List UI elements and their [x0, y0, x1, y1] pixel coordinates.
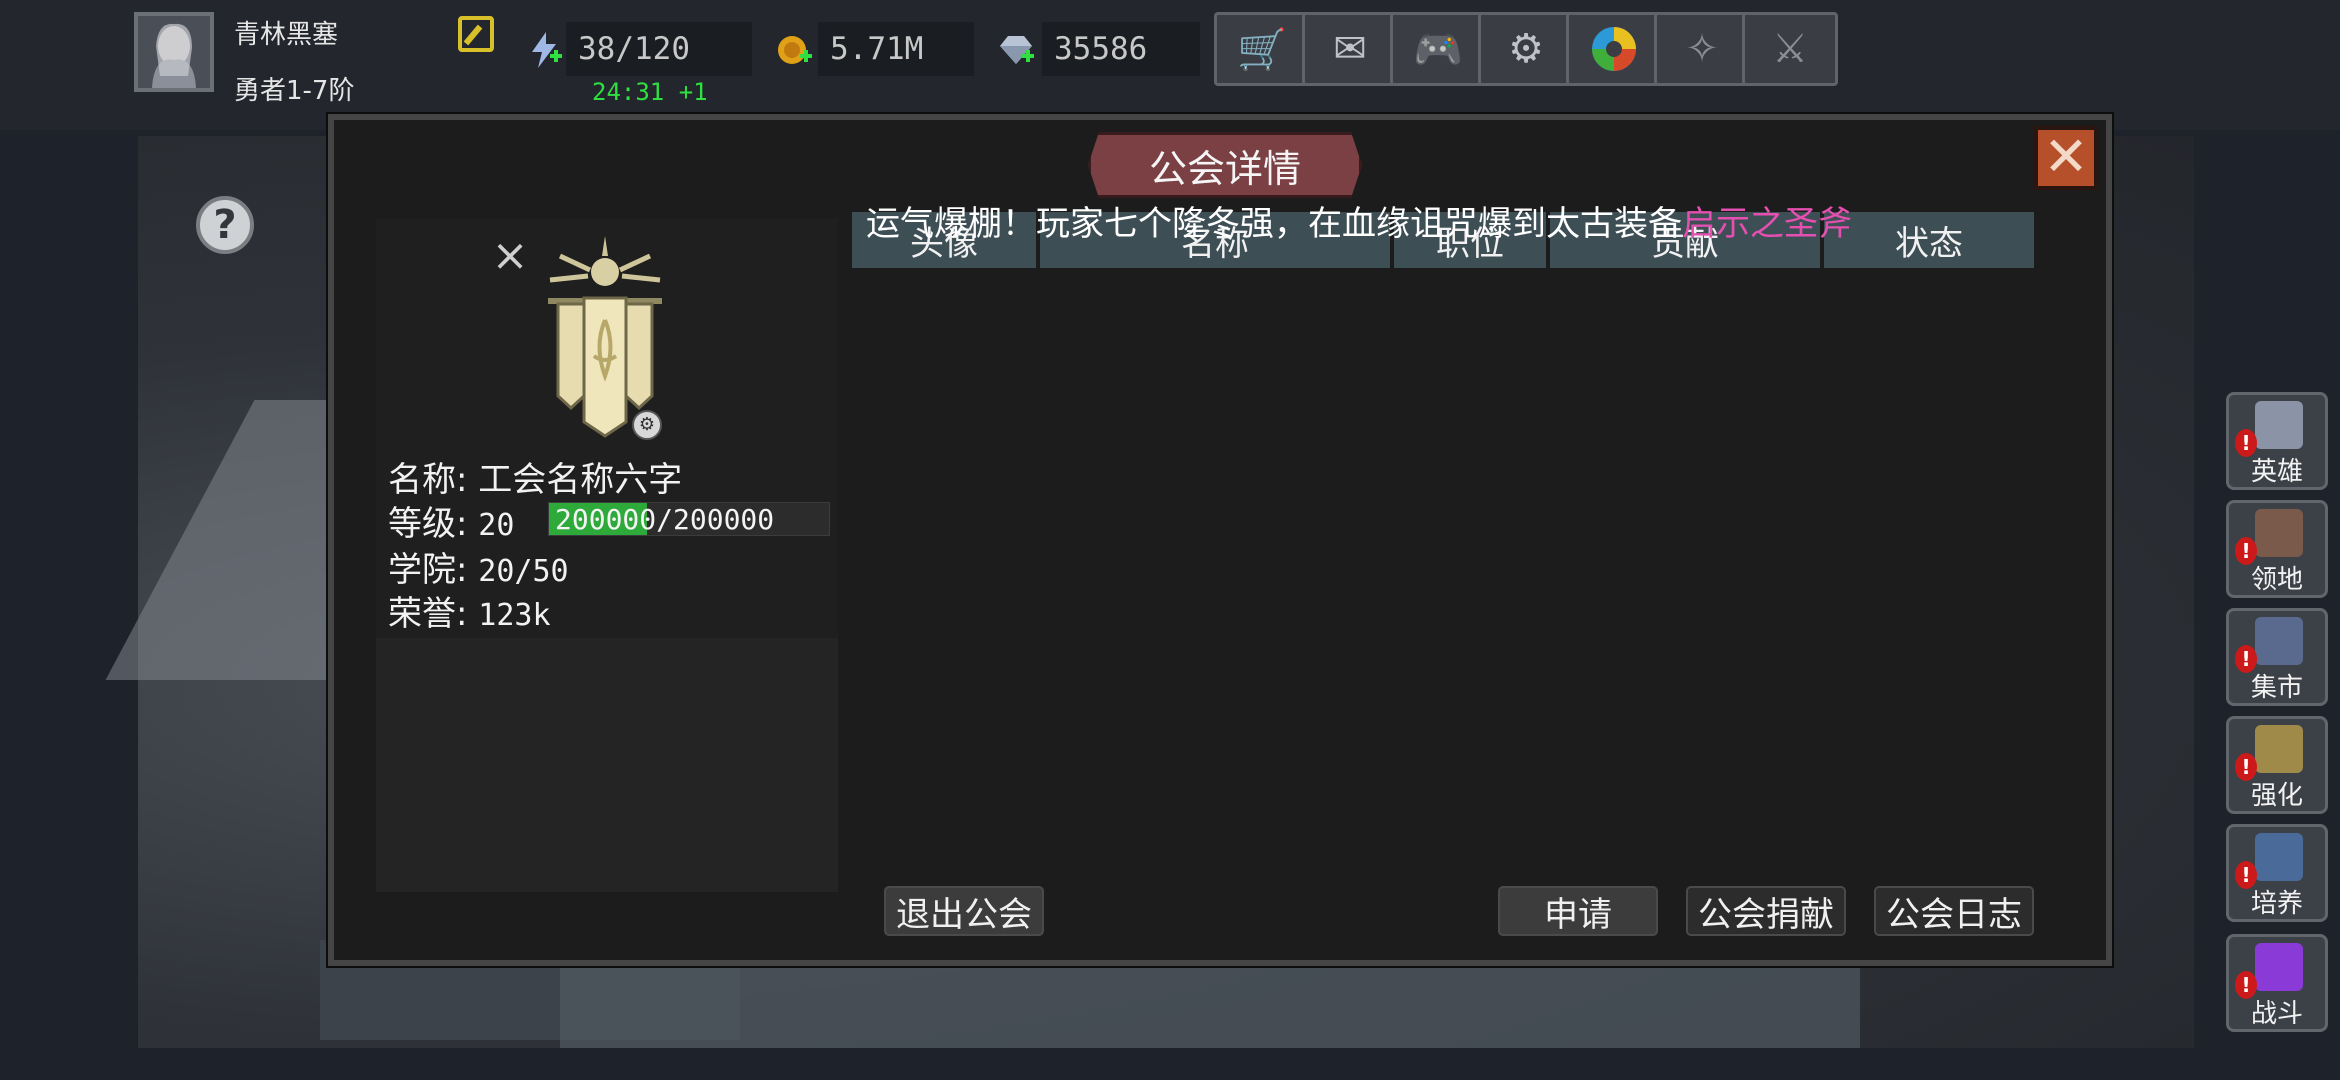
close-x-icon[interactable]: ×: [490, 234, 530, 278]
gold-icon: [774, 30, 814, 70]
castle-icon: [2255, 509, 2303, 557]
marquee-text: 运气爆棚！玩家七个隆冬强，在血缘诅咒爆到太古装备: [866, 204, 1682, 244]
gold-value: 5.71M: [818, 22, 974, 76]
guild-name-row: 名称: 工会名称六字: [388, 452, 682, 501]
shop-icon: [2255, 617, 2303, 665]
side-menu-label: 领地: [2250, 565, 2303, 595]
mail-button[interactable]: ✉: [1302, 12, 1398, 86]
side-menu-item[interactable]: ! 领地: [2226, 500, 2328, 598]
guild-honor-row: 荣誉: 123k: [388, 586, 551, 635]
side-menu-label: 培养: [2250, 889, 2303, 919]
gamepad-badge-icon[interactable]: ⚙: [632, 410, 662, 440]
guild-banner-icon[interactable]: [540, 236, 670, 438]
guild-level-label: 等级:: [388, 504, 468, 544]
help-icon[interactable]: ?: [196, 196, 254, 254]
guild-name-label: 名称:: [388, 460, 468, 500]
chalice-icon: [2255, 833, 2303, 881]
energy-icon: [524, 30, 564, 70]
skill-tree-icon: ✧: [1685, 26, 1719, 72]
guild-level-value: 20: [478, 508, 515, 543]
settings-button[interactable]: ⚙: [1478, 12, 1574, 86]
guild-log-button[interactable]: 公会日志: [1874, 886, 2034, 936]
energy-timer: 24:31 +1: [592, 78, 708, 106]
guild-academy-row: 学院: 20/50: [388, 542, 569, 591]
side-menu-item[interactable]: ! 强化: [2226, 716, 2328, 814]
dialog-title: 公会详情: [1088, 132, 1362, 198]
guild-name-value: 工会名称六字: [478, 460, 683, 500]
skill-tree-button[interactable]: ✧: [1654, 12, 1750, 86]
side-menu-item[interactable]: ! 英雄: [2226, 392, 2328, 490]
avatar-portrait-icon: [138, 16, 210, 88]
battle-swords-button[interactable]: ⚔: [1742, 12, 1838, 86]
marquee-highlight: 启示之圣斧: [1682, 204, 1852, 244]
swords-icon: ⚔: [1772, 26, 1808, 72]
guild-honor-value: 123k: [478, 598, 551, 633]
guild-level-row: 等级: 20: [388, 496, 514, 545]
column-header-status[interactable]: 状态: [1824, 212, 2034, 268]
guild-academy-label: 学院:: [388, 550, 468, 590]
guild-xp-text: 200000/200000: [555, 503, 775, 536]
shop-cart-button[interactable]: 🛒: [1214, 12, 1310, 86]
guild-honor-label: 荣誉:: [388, 594, 468, 634]
edit-name-icon[interactable]: [458, 16, 494, 52]
portal-icon: [2255, 943, 2303, 991]
color-wheel-button[interactable]: [1566, 12, 1662, 86]
side-menu-label: 集市: [2250, 673, 2303, 703]
mail-icon: ✉: [1333, 26, 1367, 72]
helmet-icon: [2255, 401, 2303, 449]
side-menu-item[interactable]: ! 战斗: [2226, 934, 2328, 1032]
scene-rubble: [560, 960, 1860, 1048]
guild-donate-button[interactable]: 公会捐献: [1686, 886, 1846, 936]
color-wheel-icon: [1592, 27, 1636, 71]
side-menu-item[interactable]: ! 培养: [2226, 824, 2328, 922]
apply-button[interactable]: 申请: [1498, 886, 1658, 936]
settings-gear-icon: ⚙: [1508, 26, 1544, 72]
close-button[interactable]: ✕: [2034, 126, 2098, 190]
cart-icon: 🛒: [1237, 26, 1287, 73]
energy-value: 38/120: [566, 22, 752, 76]
gem-icon: [996, 30, 1036, 70]
player-avatar[interactable]: [134, 12, 214, 92]
gamepad-button[interactable]: 🎮: [1390, 12, 1486, 86]
gamepad-icon: 🎮: [1413, 26, 1463, 73]
broadcast-marquee: 运气爆棚！玩家七个隆冬强，在血缘诅咒爆到太古装备启示之圣斧: [866, 196, 1852, 245]
gem-value: 35586: [1042, 22, 1200, 76]
side-menu-label: 战斗: [2250, 999, 2303, 1029]
player-rank: 勇者1-7阶: [234, 76, 355, 106]
quit-guild-button[interactable]: 退出公会: [884, 886, 1044, 936]
side-menu-label: 英雄: [2250, 457, 2303, 487]
guild-academy-value: 20/50: [478, 554, 569, 589]
side-menu-label: 强化: [2250, 781, 2303, 811]
guild-xp-bar: 200000/200000: [548, 502, 830, 536]
crystal-icon: [2255, 725, 2303, 773]
side-menu-item[interactable]: ! 集市: [2226, 608, 2328, 706]
player-name: 青林黑塞: [234, 20, 339, 50]
